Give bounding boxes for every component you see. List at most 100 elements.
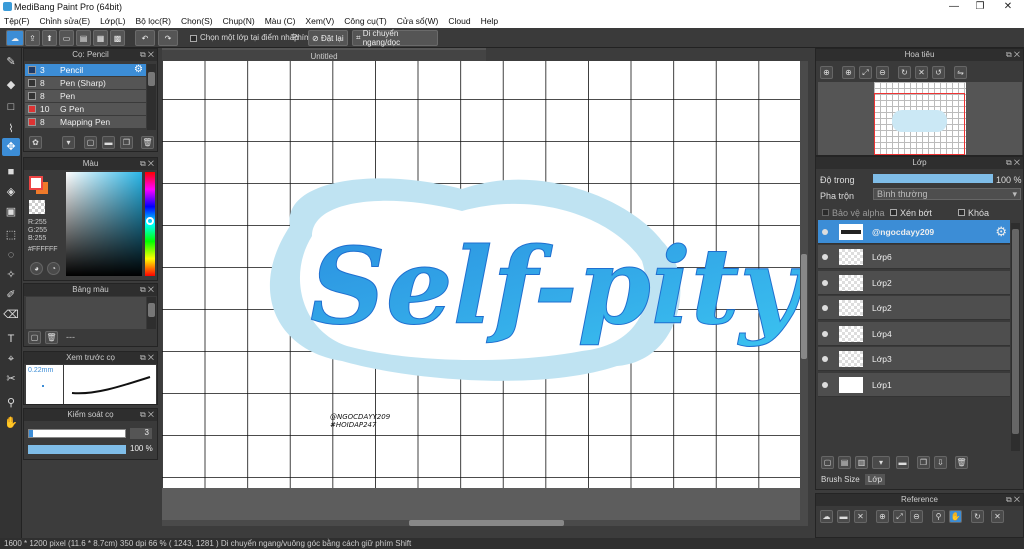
- panel-close-icon[interactable]: ⧉ ✕: [1006, 49, 1020, 61]
- reference-open-icon[interactable]: ▬: [837, 510, 850, 523]
- minimize-button[interactable]: —: [940, 0, 968, 14]
- menu-tools[interactable]: Công cụ(T): [344, 16, 387, 26]
- layer-row[interactable]: Lớp2: [818, 271, 1010, 295]
- panel-close-icon[interactable]: ⧉ ✕: [140, 284, 154, 296]
- trash-icon[interactable]: 🗑: [955, 456, 968, 469]
- panel-close-icon[interactable]: ⧉ ✕: [140, 158, 154, 170]
- merge-layer-icon[interactable]: ⇩: [934, 456, 947, 469]
- color-settings-icon[interactable]: ◔: [47, 262, 60, 275]
- add-brush-icon[interactable]: ✿: [29, 136, 42, 149]
- scroll-thumb[interactable]: [409, 520, 564, 526]
- select-tool-icon[interactable]: ⬚: [2, 226, 20, 244]
- canvas-area[interactable]: Self-pity @NGOCDAYY209 #HOIDAP247: [162, 61, 808, 526]
- visibility-icon[interactable]: [822, 382, 828, 388]
- menu-edit[interactable]: Chỉnh sửa(E): [40, 16, 91, 26]
- brush-item[interactable]: 10 G Pen: [25, 103, 146, 116]
- menu-select[interactable]: Chọn(S): [181, 16, 213, 26]
- gear-icon[interactable]: ⚙: [995, 224, 1007, 240]
- hue-handle[interactable]: [146, 217, 154, 225]
- zoom-in-icon[interactable]: ⊕: [876, 510, 889, 523]
- add-halftone-layer-icon[interactable]: ▤: [838, 456, 851, 469]
- text-tool-icon[interactable]: T: [2, 330, 20, 348]
- reset-button[interactable]: ⊘ Đặt lại: [308, 30, 348, 46]
- scroll-thumb[interactable]: [801, 254, 807, 359]
- tab-layer[interactable]: Lớp: [864, 474, 886, 485]
- cloud-icon[interactable]: ☁: [6, 30, 24, 46]
- layer-row[interactable]: Lớp3: [818, 347, 1010, 371]
- blend-mode-select[interactable]: Bình thường ▾: [873, 188, 1021, 200]
- trash-icon[interactable]: 🗑: [45, 331, 58, 344]
- panel-close-icon[interactable]: ⧉ ✕: [140, 409, 154, 421]
- transparent-color-swatch[interactable]: [29, 200, 45, 214]
- canvas-vertical-scrollbar[interactable]: [800, 61, 808, 526]
- eyedropper-icon[interactable]: ⚲: [932, 510, 945, 523]
- brush-size-slider[interactable]: [28, 429, 126, 438]
- zoom-out-icon[interactable]: ⊖: [876, 66, 889, 79]
- brush-duplicate-icon[interactable]: ❐: [120, 136, 133, 149]
- menu-window[interactable]: Cửa sổ(W): [397, 16, 439, 26]
- navigator-preview[interactable]: [818, 82, 1022, 155]
- eraser-tool-icon[interactable]: ◆: [2, 76, 20, 94]
- redo-icon[interactable]: ↷: [158, 30, 178, 46]
- add-8bit-layer-icon[interactable]: ▥: [855, 456, 868, 469]
- move-tool-icon[interactable]: ✥: [2, 138, 20, 156]
- reset-view-icon[interactable]: ✕: [915, 66, 928, 79]
- brush-item[interactable]: 8 Pen: [25, 90, 146, 103]
- tab-brush-size[interactable]: Brush Size: [818, 474, 863, 485]
- select-one-layer-checkbox[interactable]: [190, 35, 197, 42]
- menu-layer[interactable]: Lớp(L): [100, 16, 125, 26]
- bucket-tool-icon[interactable]: ◈: [2, 183, 20, 201]
- palette-icon[interactable]: ◕: [30, 262, 43, 275]
- brush-item[interactable]: 8 Mapping Pen: [25, 116, 146, 129]
- brush-size-value[interactable]: 3: [130, 428, 152, 439]
- rotate-left-icon[interactable]: ↺: [932, 66, 945, 79]
- scroll-thumb[interactable]: [1012, 229, 1019, 434]
- select-pen-icon[interactable]: ✐: [2, 286, 20, 304]
- hand-tool-icon[interactable]: ✋: [2, 414, 20, 432]
- reset-view-icon[interactable]: ✕: [991, 510, 1004, 523]
- brush-folder-icon[interactable]: ▬: [102, 136, 115, 149]
- rotate-icon[interactable]: ↻: [898, 66, 911, 79]
- palette-swatches-area[interactable]: [26, 297, 146, 329]
- eyedropper-icon[interactable]: ⚲: [2, 394, 20, 412]
- panel-icon[interactable]: ▤: [76, 30, 91, 46]
- reference-close-icon[interactable]: ✕: [854, 510, 867, 523]
- palette-scrollbar[interactable]: [147, 297, 156, 329]
- visibility-icon[interactable]: [822, 280, 828, 286]
- grid-icon[interactable]: ▦: [93, 30, 108, 46]
- comment-icon[interactable]: ▭: [59, 30, 74, 46]
- menu-file[interactable]: Tệp(F): [4, 16, 30, 26]
- magic-wand-icon[interactable]: ✧: [2, 266, 20, 284]
- layer-row[interactable]: Lớp2: [818, 296, 1010, 320]
- layer-row[interactable]: @ngocdayy209 ⚙: [818, 220, 1010, 244]
- brush-scrollbar[interactable]: [147, 64, 156, 130]
- close-button[interactable]: ✕: [994, 0, 1022, 14]
- rotate-icon[interactable]: ↻: [971, 510, 984, 523]
- visibility-icon[interactable]: [822, 254, 828, 260]
- canvas-paper[interactable]: Self-pity @NGOCDAYY209 #HOIDAP247: [162, 61, 802, 488]
- zoom-out-icon[interactable]: ⊖: [910, 510, 923, 523]
- layer-row[interactable]: Lớp1: [818, 373, 1010, 397]
- snap-icon[interactable]: ▩: [110, 30, 125, 46]
- trash-icon[interactable]: 🗑: [141, 136, 154, 149]
- menu-cloud[interactable]: Cloud: [448, 16, 470, 26]
- visibility-icon[interactable]: [822, 305, 828, 311]
- reference-cloud-icon[interactable]: ☁: [820, 510, 833, 523]
- operation-tool-icon[interactable]: ⌖: [2, 350, 20, 368]
- zoom-in-icon[interactable]: ⊕: [820, 66, 833, 79]
- canvas-horizontal-scrollbar[interactable]: [162, 520, 800, 526]
- divide-tool-icon[interactable]: ✂: [2, 370, 20, 388]
- brush-item[interactable]: 8 Pen (Sharp): [25, 77, 146, 90]
- menu-filter[interactable]: Bộ lọc(R): [136, 16, 171, 26]
- hand-icon[interactable]: ✋: [949, 510, 962, 523]
- brush-item[interactable]: 3 Pencil ⚙: [25, 64, 146, 77]
- scroll-thumb[interactable]: [148, 303, 155, 317]
- panel-close-icon[interactable]: ⧉ ✕: [140, 49, 154, 61]
- panel-close-icon[interactable]: ⧉ ✕: [1006, 494, 1020, 506]
- blur-tool-icon[interactable]: ⌇: [2, 120, 20, 138]
- layer-row[interactable]: Lớp6: [818, 245, 1010, 269]
- move-direction-button[interactable]: ⌗ Di chuyển ngang/dọc: [352, 29, 438, 47]
- primary-color-swatch[interactable]: [29, 176, 43, 190]
- gradient-tool-icon[interactable]: ▣: [2, 203, 20, 221]
- menu-snap[interactable]: Chụp(N): [223, 16, 255, 26]
